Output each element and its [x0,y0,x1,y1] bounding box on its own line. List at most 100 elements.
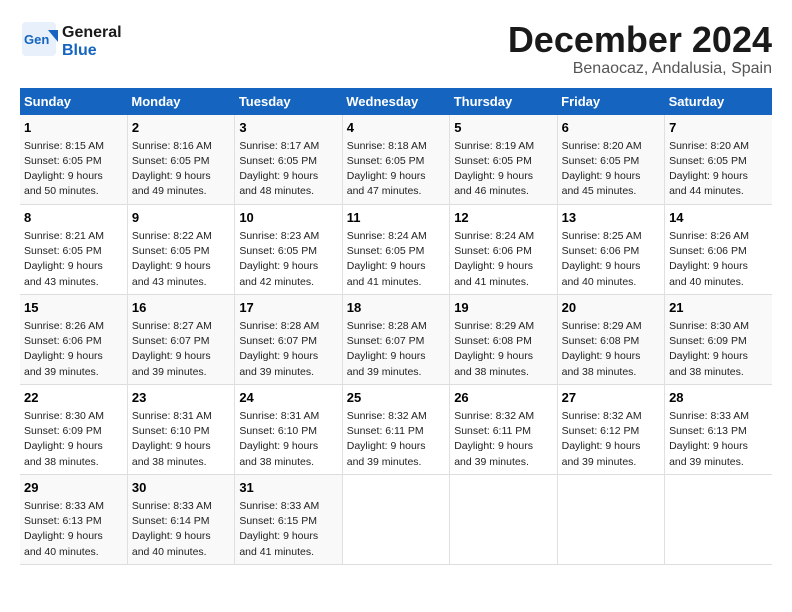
weekday-header-wednesday: Wednesday [342,88,449,115]
day-cell: 7 Sunrise: 8:20 AMSunset: 6:05 PMDaylight… [665,115,772,205]
day-cell: 12Sunrise: 8:24 AMSunset: 6:06 PMDayligh… [450,204,557,294]
day-number: 30 [132,479,230,497]
day-number: 31 [239,479,337,497]
day-cell: 15Sunrise: 8:26 AMSunset: 6:06 PMDayligh… [20,294,127,384]
day-info: Sunrise: 8:24 AMSunset: 6:05 PMDaylight:… [347,229,445,290]
day-number: 16 [132,299,230,317]
day-info: Sunrise: 8:23 AMSunset: 6:05 PMDaylight:… [239,229,337,290]
day-number: 18 [347,299,445,317]
day-info: Sunrise: 8:20 AMSunset: 6:05 PMDaylight:… [562,139,660,200]
day-number: 24 [239,389,337,407]
week-row-2: 8 Sunrise: 8:21 AMSunset: 6:05 PMDaylight… [20,204,772,294]
weekday-header-saturday: Saturday [665,88,772,115]
day-number: 11 [347,209,445,227]
logo-line2: Blue [62,42,122,60]
day-cell: 11 Sunrise: 8:24 AMSunset: 6:05 PMDayligh… [342,204,449,294]
day-cell: 26Sunrise: 8:32 AMSunset: 6:11 PMDayligh… [450,384,557,474]
day-number: 4 [347,119,445,137]
day-info: Sunrise: 8:33 AMSunset: 6:13 PMDaylight:… [24,499,123,560]
svg-text:Gen: Gen [24,32,49,47]
day-info: Sunrise: 8:18 AMSunset: 6:05 PMDaylight:… [347,139,445,200]
page-header: Gen General Blue December 2024 Benaocaz,… [20,20,772,78]
weekday-header-sunday: Sunday [20,88,127,115]
day-cell: 31Sunrise: 8:33 AMSunset: 6:15 PMDayligh… [235,474,342,564]
day-cell: 30 Sunrise: 8:33 AMSunset: 6:14 PMDayligh… [127,474,234,564]
day-number: 6 [562,119,660,137]
day-cell: 13 Sunrise: 8:25 AMSunset: 6:06 PMDayligh… [557,204,664,294]
day-number: 10 [239,209,337,227]
day-cell: 27 Sunrise: 8:32 AMSunset: 6:12 PMDayligh… [557,384,664,474]
day-info: Sunrise: 8:30 AMSunset: 6:09 PMDaylight:… [24,409,123,470]
day-number: 9 [132,209,230,227]
day-cell: 2Sunrise: 8:16 AMSunset: 6:05 PMDaylight… [127,115,234,205]
day-number: 28 [669,389,768,407]
day-number: 1 [24,119,123,137]
logo-line1: General [62,24,122,42]
day-cell [557,474,664,564]
day-cell [450,474,557,564]
day-number: 20 [562,299,660,317]
day-cell: 23 Sunrise: 8:31 AMSunset: 6:10 PMDayligh… [127,384,234,474]
day-number: 8 [24,209,123,227]
day-cell: 24 Sunrise: 8:31 AMSunset: 6:10 PMDayligh… [235,384,342,474]
day-cell: 4 Sunrise: 8:18 AMSunset: 6:05 PMDaylight… [342,115,449,205]
day-cell: 28 Sunrise: 8:33 AMSunset: 6:13 PMDayligh… [665,384,772,474]
day-info: Sunrise: 8:33 AMSunset: 6:14 PMDaylight:… [132,499,230,560]
day-number: 25 [347,389,445,407]
day-cell: 6 Sunrise: 8:20 AMSunset: 6:05 PMDaylight… [557,115,664,205]
day-cell: 3 Sunrise: 8:17 AMSunset: 6:05 PMDaylight… [235,115,342,205]
day-info: Sunrise: 8:22 AMSunset: 6:05 PMDaylight:… [132,229,230,290]
day-info: Sunrise: 8:25 AMSunset: 6:06 PMDaylight:… [562,229,660,290]
day-info: Sunrise: 8:32 AMSunset: 6:12 PMDaylight:… [562,409,660,470]
day-number: 7 [669,119,768,137]
day-cell: 18 Sunrise: 8:28 AMSunset: 6:07 PMDayligh… [342,294,449,384]
day-number: 29 [24,479,123,497]
calendar-table: SundayMondayTuesdayWednesdayThursdayFrid… [20,88,772,565]
day-info: Sunrise: 8:32 AMSunset: 6:11 PMDaylight:… [347,409,445,470]
day-number: 26 [454,389,552,407]
day-cell: 1 Sunrise: 8:15 AMSunset: 6:05 PMDaylight… [20,115,127,205]
logo: Gen General Blue [20,20,122,63]
day-cell: 22Sunrise: 8:30 AMSunset: 6:09 PMDayligh… [20,384,127,474]
day-number: 13 [562,209,660,227]
day-info: Sunrise: 8:28 AMSunset: 6:07 PMDaylight:… [347,319,445,380]
day-info: Sunrise: 8:19 AMSunset: 6:05 PMDaylight:… [454,139,552,200]
day-cell: 21Sunrise: 8:30 AMSunset: 6:09 PMDayligh… [665,294,772,384]
day-number: 17 [239,299,337,317]
weekday-header-thursday: Thursday [450,88,557,115]
week-row-1: 1 Sunrise: 8:15 AMSunset: 6:05 PMDaylight… [20,115,772,205]
day-info: Sunrise: 8:20 AMSunset: 6:05 PMDaylight:… [669,139,768,200]
day-cell: 16 Sunrise: 8:27 AMSunset: 6:07 PMDayligh… [127,294,234,384]
day-info: Sunrise: 8:33 AMSunset: 6:13 PMDaylight:… [669,409,768,470]
day-number: 19 [454,299,552,317]
day-info: Sunrise: 8:27 AMSunset: 6:07 PMDaylight:… [132,319,230,380]
day-number: 27 [562,389,660,407]
weekday-header-monday: Monday [127,88,234,115]
week-row-4: 22Sunrise: 8:30 AMSunset: 6:09 PMDayligh… [20,384,772,474]
logo-icon: Gen [20,20,58,58]
day-info: Sunrise: 8:29 AMSunset: 6:08 PMDaylight:… [562,319,660,380]
day-info: Sunrise: 8:31 AMSunset: 6:10 PMDaylight:… [132,409,230,470]
day-cell [342,474,449,564]
day-number: 2 [132,119,230,137]
week-row-3: 15Sunrise: 8:26 AMSunset: 6:06 PMDayligh… [20,294,772,384]
day-cell: 9 Sunrise: 8:22 AMSunset: 6:05 PMDaylight… [127,204,234,294]
day-number: 23 [132,389,230,407]
day-info: Sunrise: 8:31 AMSunset: 6:10 PMDaylight:… [239,409,337,470]
day-cell: 10 Sunrise: 8:23 AMSunset: 6:05 PMDayligh… [235,204,342,294]
day-cell: 8 Sunrise: 8:21 AMSunset: 6:05 PMDaylight… [20,204,127,294]
day-info: Sunrise: 8:17 AMSunset: 6:05 PMDaylight:… [239,139,337,200]
day-cell: 20 Sunrise: 8:29 AMSunset: 6:08 PMDayligh… [557,294,664,384]
day-info: Sunrise: 8:15 AMSunset: 6:05 PMDaylight:… [24,139,123,200]
weekday-header-tuesday: Tuesday [235,88,342,115]
day-cell: 25 Sunrise: 8:32 AMSunset: 6:11 PMDayligh… [342,384,449,474]
weekday-header-friday: Friday [557,88,664,115]
day-number: 3 [239,119,337,137]
day-cell [665,474,772,564]
title-block: December 2024 Benaocaz, Andalusia, Spain [508,20,772,78]
day-cell: 19Sunrise: 8:29 AMSunset: 6:08 PMDayligh… [450,294,557,384]
day-info: Sunrise: 8:21 AMSunset: 6:05 PMDaylight:… [24,229,123,290]
day-number: 21 [669,299,768,317]
day-number: 12 [454,209,552,227]
day-number: 14 [669,209,768,227]
